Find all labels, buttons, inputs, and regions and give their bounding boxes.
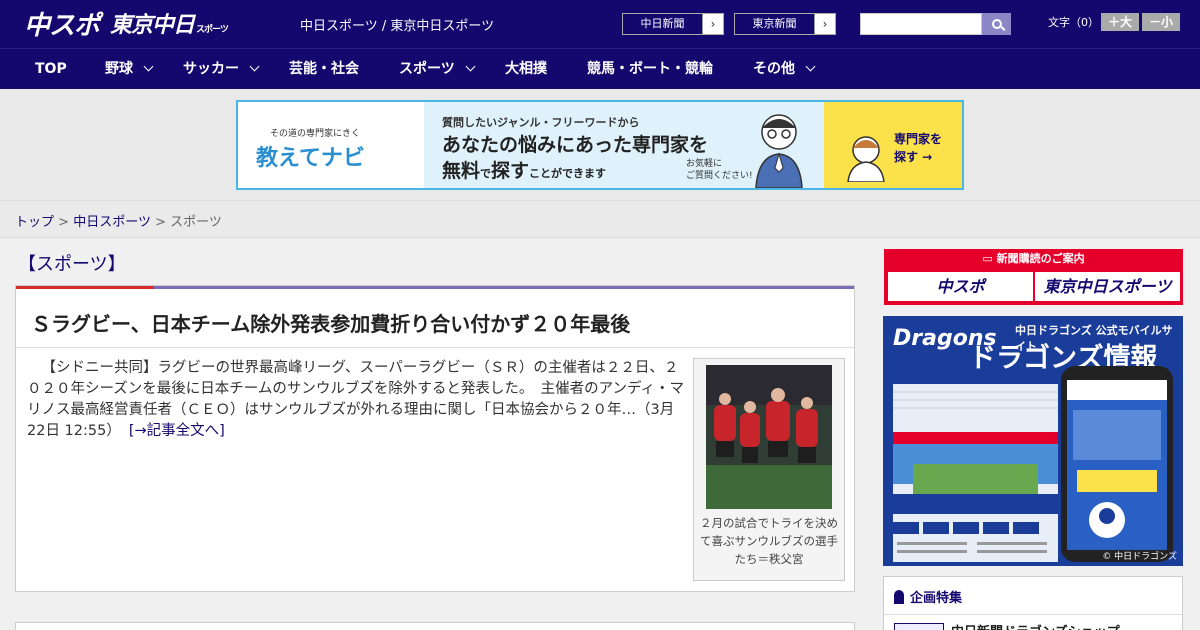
tokyo-logo-sub: スポーツ xyxy=(196,24,229,35)
subscribe-chuspo-button[interactable]: 中スポ xyxy=(888,272,1033,301)
oshiete-navi-banner[interactable]: その道の専門家にきく 教えてナビ 質問したいジャンル・フリーワードから あなたの… xyxy=(236,100,964,190)
dragons-copyright: © 中日ドラゴンズ xyxy=(1102,552,1177,562)
top-header: 中スポ 東京中日 スポーツ 中日スポーツ / 東京中日スポーツ 中日新聞 › 東京… xyxy=(0,0,1200,48)
nav-item-soccer[interactable]: サッカー xyxy=(183,49,260,89)
breadcrumb-bar: トップ > 中日スポーツ > スポーツ xyxy=(0,200,1200,238)
banner-brand-panel: その道の専門家にきく 教えてナビ xyxy=(238,102,424,188)
nav-item-sumo[interactable]: 大相撲 xyxy=(505,49,547,89)
subscription-box: ▭ 新聞購読のご案内 中スポ 東京中日スポーツ xyxy=(884,249,1183,305)
banner-line-2: あなたの悩みにあった専門家を xyxy=(442,134,709,156)
nav-item-baseball[interactable]: 野球 xyxy=(105,49,154,89)
nav-label: TOP xyxy=(35,61,67,77)
breadcrumb: トップ > 中日スポーツ > スポーツ xyxy=(15,211,222,230)
chevron-right-icon: › xyxy=(822,17,828,31)
article-body: 【シドニー共同】ラグビーの世界最高峰リーグ、スーパーラグビー（ＳＲ）の主催者は２… xyxy=(27,360,684,439)
article-accent-red xyxy=(16,286,154,289)
tokyo-shimbun-link[interactable]: 東京新聞 › xyxy=(734,13,836,35)
article-card-next xyxy=(15,622,855,630)
chunichi-shimbun-label: 中日新聞 xyxy=(623,14,703,34)
nav-item-sports[interactable]: スポーツ xyxy=(399,49,476,89)
consultant-illustration-icon xyxy=(755,114,803,188)
banner-line-4: お気軽に ご質問ください! xyxy=(686,159,753,181)
site-title: 中日スポーツ / 東京中日スポーツ xyxy=(300,19,495,34)
nav-label: 大相撲 xyxy=(505,61,547,77)
banner-de: で xyxy=(480,167,492,180)
subscribe-tokyo-button[interactable]: 東京中日スポーツ xyxy=(1035,272,1180,301)
dragons-mobile-ad[interactable]: Dragons 中日ドラゴンズ 公式モバイルサイト ドラゴンズ情報 © 中日ドラ… xyxy=(883,316,1183,566)
read-full-article-link[interactable]: [→記事全文へ] xyxy=(129,423,225,439)
person-illustration-icon xyxy=(847,136,885,182)
phone-mockup xyxy=(1061,366,1173,562)
photo-caption: ２月の試合でトライを決めて喜ぶサンウルブズの選手たち＝秩父宮 xyxy=(700,516,838,566)
banner-free: 無料 xyxy=(442,160,481,182)
nav-label: その他 xyxy=(753,61,795,77)
banner-brand: 教えてナビ xyxy=(256,146,365,171)
banner-tagline: その道の専門家にきく xyxy=(270,129,361,139)
font-size-label: 文字（0） xyxy=(1048,16,1099,29)
breadcrumb-separator: > xyxy=(58,215,70,230)
banner-cta-label: 専門家を 探す → xyxy=(894,132,943,164)
banner-cta-panel[interactable]: 専門家を 探す → xyxy=(824,102,962,188)
banner-line-3: 無料で探すことができます xyxy=(442,156,606,183)
feature-thumbnail[interactable] xyxy=(894,623,944,630)
chevron-down-icon xyxy=(465,61,476,72)
tokyo-shimbun-label: 東京新聞 xyxy=(735,14,815,34)
chunichi-shimbun-link[interactable]: 中日新聞 › xyxy=(622,13,724,35)
ad-banner-area: その道の専門家にきく 教えてナビ 質問したいジャンル・フリーワードから あなたの… xyxy=(0,89,1200,200)
banner-search: 探す xyxy=(491,160,530,182)
nav-item-entertainment[interactable]: 芸能・社会 xyxy=(289,49,359,89)
nav-label: 競馬・ボート・競輪 xyxy=(587,61,713,77)
banner-can: ことができます xyxy=(529,167,607,180)
ribbon-icon xyxy=(894,590,904,604)
chevron-right-icon: › xyxy=(710,17,716,31)
search-icon xyxy=(991,19,1002,29)
feature-heading: 企画特集 xyxy=(894,587,962,606)
tokyo-chunichi-logo[interactable]: 東京中日 スポーツ xyxy=(110,6,229,40)
scoreboard-screenshot xyxy=(893,372,1058,562)
chevron-down-icon xyxy=(805,61,816,72)
nav-item-top[interactable]: TOP xyxy=(35,49,67,89)
divider xyxy=(884,614,1182,615)
subscription-heading-text: 新聞購読のご案内 xyxy=(996,252,1085,265)
font-smaller-button[interactable]: －小 xyxy=(1142,13,1180,31)
nav-item-keiba[interactable]: 競馬・ボート・競輪 xyxy=(587,49,713,89)
breadcrumb-separator: > xyxy=(155,215,166,230)
article-card: Ｓラグビー、日本チーム除外発表参加費折り合い付かず２０年最後 【シドニー共同】ラ… xyxy=(15,285,855,592)
tokyo-logo-text: 東京中日 xyxy=(110,13,195,38)
banner-line-1: 質問したいジャンル・フリーワードから xyxy=(442,116,640,129)
breadcrumb-home-link[interactable]: トップ xyxy=(15,215,54,230)
newspaper-icon: ▭ xyxy=(982,252,997,265)
search-input[interactable] xyxy=(860,13,982,35)
article-summary: 【シドニー共同】ラグビーの世界最高峰リーグ、スーパーラグビー（ＳＲ）の主催者は２… xyxy=(27,358,687,442)
nav-item-other[interactable]: その他 xyxy=(753,49,816,89)
section-title: 【スポーツ】 xyxy=(18,254,126,275)
chuspo-logo-text: 中スポ xyxy=(24,10,100,41)
rugby-photo[interactable] xyxy=(706,365,832,509)
article-headline[interactable]: Ｓラグビー、日本チーム除外発表参加費折り合い付かず２０年最後 xyxy=(31,308,630,337)
breadcrumb-parent-link[interactable]: 中日スポーツ xyxy=(73,215,151,230)
chevron-down-icon xyxy=(249,61,260,72)
subscription-heading: ▭ 新聞購読のご案内 xyxy=(884,249,1183,269)
font-larger-button[interactable]: ＋大 xyxy=(1101,13,1139,31)
feature-box: 企画特集 中日新聞ドラゴンズショップ xyxy=(883,576,1183,630)
breadcrumb-current: スポーツ xyxy=(170,215,222,230)
nav-label: スポーツ xyxy=(399,61,455,77)
search-button[interactable] xyxy=(982,13,1011,35)
article-photo-box: ２月の試合でトライを決めて喜ぶサンウルブズの選手たち＝秩父宮 xyxy=(693,358,845,581)
nav-label: 芸能・社会 xyxy=(289,61,359,77)
chevron-down-icon xyxy=(143,61,154,72)
chuspo-logo[interactable]: 中スポ xyxy=(24,6,100,41)
feature-item-dragons-shop[interactable]: 中日新聞ドラゴンズショップ xyxy=(951,621,1120,630)
feature-heading-text: 企画特集 xyxy=(910,591,963,606)
nav-label: 野球 xyxy=(105,61,133,77)
divider xyxy=(16,347,854,348)
phone-screen-icon xyxy=(1067,380,1167,550)
main-nav: TOP 野球 サッカー 芸能・社会 スポーツ 大相撲 競馬・ボート・競輪 その他 xyxy=(0,48,1200,89)
nav-label: サッカー xyxy=(183,61,239,77)
